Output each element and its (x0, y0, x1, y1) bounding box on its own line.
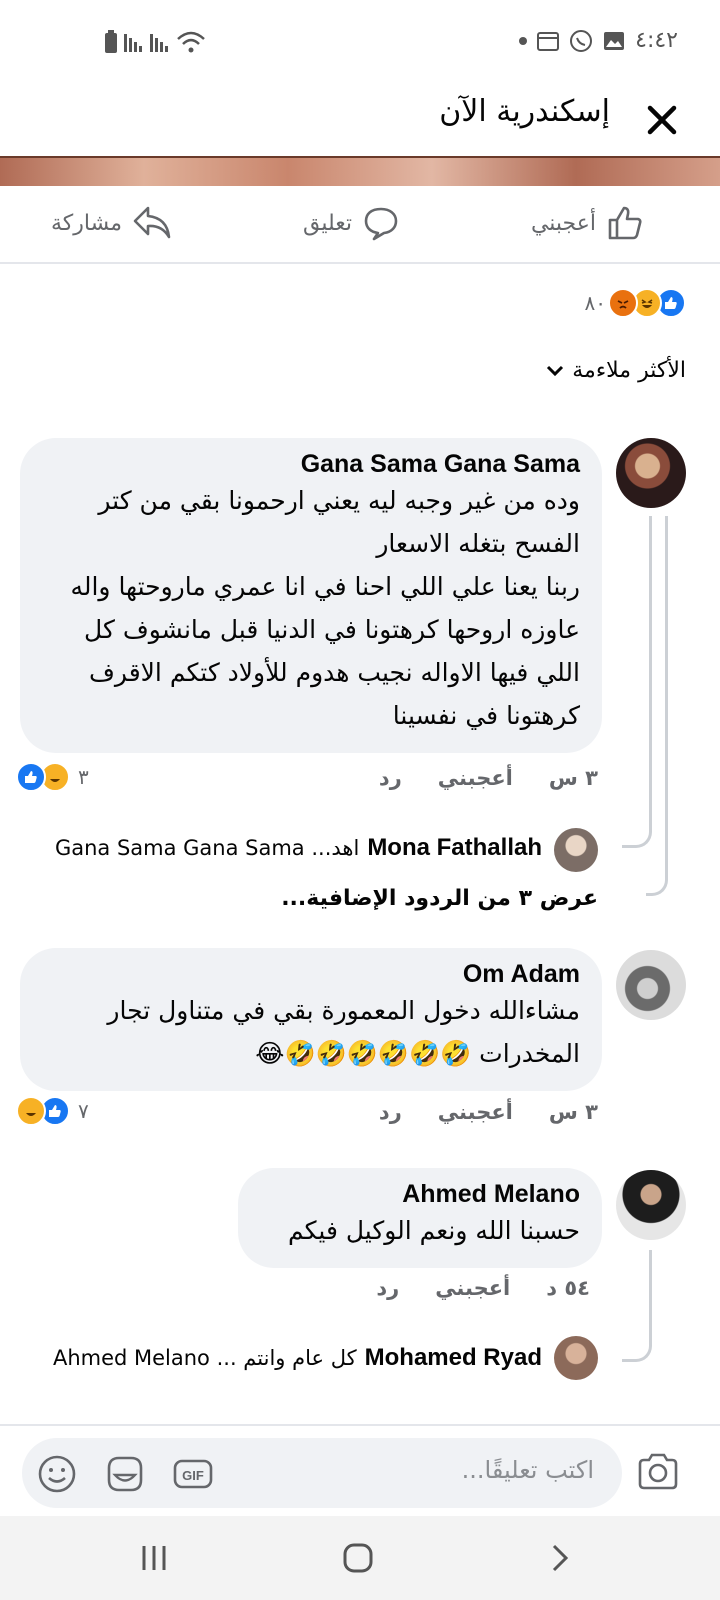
comment-text: مشاءالله دخول المعمورة بقي في متناول تجا… (107, 996, 580, 1068)
comment-label: تعليق (302, 210, 352, 236)
comment-author[interactable]: Om Adam (42, 960, 580, 989)
comment-time[interactable]: ٥٤ د (546, 1276, 590, 1300)
comment-reactions[interactable]: ٧ (16, 1096, 89, 1126)
comment-reply-button[interactable]: رد (379, 766, 402, 790)
comment-meta: ٣ س أعجبني رد (379, 1100, 598, 1124)
reply-avatar[interactable] (554, 1336, 598, 1380)
post-image-strip[interactable] (0, 156, 720, 186)
gif-icon[interactable]: GIF (172, 1453, 214, 1495)
comment-like-button[interactable]: أعجبني (435, 1276, 510, 1300)
share-icon (133, 206, 171, 239)
comment-bubble[interactable]: Gana Sama Gana Sama وده من غير وجبه ليه … (20, 438, 602, 753)
comment-button[interactable]: تعليق (303, 204, 400, 242)
whatsapp-icon (570, 29, 593, 52)
recent-apps-icon[interactable] (136, 1538, 176, 1578)
comment-bubble[interactable]: Om Adam مشاءالله دخول المعمورة بقي في مت… (20, 948, 602, 1091)
reply-author: Mohamed Ryad (364, 1344, 542, 1371)
status-bar: ٤:٤٢ (0, 0, 720, 84)
notification-dot-icon (519, 36, 528, 45)
comment-reply-button[interactable]: رد (376, 1276, 399, 1300)
comment-reply-button[interactable]: رد (379, 1100, 402, 1124)
reply-preview[interactable]: Mohamed Ryad كل عام وانتم ... Ahmed Mela… (53, 1344, 542, 1372)
comment-time[interactable]: ٣ س (549, 766, 598, 790)
svg-text:GIF: GIF (182, 1468, 204, 1483)
system-nav-bar (0, 1516, 720, 1600)
like-button[interactable]: أعجبني (531, 204, 644, 242)
comment-like-button[interactable]: أعجبني (438, 1100, 513, 1124)
reply-preview[interactable]: Mona Fathallah اهد... Gana Sama Gana Sam… (55, 834, 542, 862)
page-title: إسكندرية الآن (439, 94, 610, 129)
chevron-down-icon (547, 365, 564, 376)
avatar[interactable] (616, 950, 686, 1020)
comment-composer: GIF اكتب تعليقًا... (0, 1424, 720, 1520)
comment-author[interactable]: Ahmed Melano (260, 1180, 580, 1209)
angry-reaction-icon (608, 288, 638, 318)
signal-icon (124, 34, 142, 52)
share-label: مشاركة (50, 210, 122, 236)
like-icon (608, 206, 642, 240)
sort-label: الأكثر ملاءمة (572, 358, 686, 383)
comment-input[interactable]: GIF اكتب تعليقًا... (22, 1438, 622, 1508)
thread-line (622, 1250, 652, 1362)
comment-placeholder: اكتب تعليقًا... (461, 1456, 594, 1484)
emoji-icon[interactable] (36, 1453, 78, 1495)
battery-icon (105, 30, 117, 53)
comment-time[interactable]: ٣ س (549, 1100, 598, 1124)
sort-dropdown[interactable]: الأكثر ملاءمة (546, 358, 686, 383)
comment-icon (364, 207, 398, 241)
back-icon[interactable] (540, 1538, 580, 1578)
reactions-summary[interactable]: ٨٠ (585, 288, 686, 318)
comment-like-button[interactable]: أعجبني (438, 766, 513, 790)
close-icon[interactable] (638, 96, 686, 144)
wifi-icon (177, 31, 205, 53)
status-icons-left (104, 30, 206, 54)
comment-reactions-count: ٧ (78, 1099, 89, 1123)
avatar[interactable] (616, 1170, 686, 1240)
comment-reactions[interactable]: ٣ (16, 762, 89, 792)
post-action-bar: أعجبني تعليق مشاركة (0, 186, 720, 264)
status-time: ٤:٤٢ (635, 28, 678, 53)
reply-avatar[interactable] (554, 828, 598, 872)
reactions-count: ٨٠ (584, 291, 606, 315)
comment-meta: ٣ س أعجبني رد (379, 766, 598, 790)
comment-bubble[interactable]: Ahmed Melano حسبنا الله ونعم الوكيل فيكم (238, 1168, 602, 1268)
reply-snippet: كل عام وانتم ... Ahmed Melano (52, 1346, 357, 1370)
status-icons-right: ٤:٤٢ (519, 28, 678, 53)
comment-author[interactable]: Gana Sama Gana Sama (42, 450, 580, 479)
haha-reaction-icon (16, 1096, 46, 1126)
comment-reactions-count: ٣ (78, 765, 89, 789)
app-header: إسكندرية الآن (0, 84, 720, 156)
gallery-icon (604, 31, 625, 50)
share-button[interactable]: مشاركة (51, 204, 172, 242)
signal-icon-2 (150, 34, 168, 52)
comment-text: وده من غير وجبه ليه يعني ارحمونا بقي من … (70, 486, 580, 730)
comment-text: حسبنا الله ونعم الوكيل فيكم (287, 1216, 580, 1245)
avatar[interactable] (616, 438, 686, 508)
calendar-icon (537, 31, 560, 51)
home-icon[interactable] (338, 1538, 378, 1578)
sticker-icon[interactable] (104, 1453, 146, 1495)
camera-icon[interactable] (636, 1450, 680, 1494)
thread-line (622, 516, 652, 848)
like-label: أعجبني (530, 210, 596, 236)
reply-snippet: اهد... Gana Sama Gana Sama (54, 836, 360, 860)
like-reaction-icon (16, 762, 46, 792)
view-more-replies[interactable]: عرض ٣ من الردود الإضافية... (281, 886, 598, 911)
comment-meta: ٥٤ د أعجبني رد (376, 1276, 590, 1300)
reply-author: Mona Fathallah (367, 834, 542, 861)
